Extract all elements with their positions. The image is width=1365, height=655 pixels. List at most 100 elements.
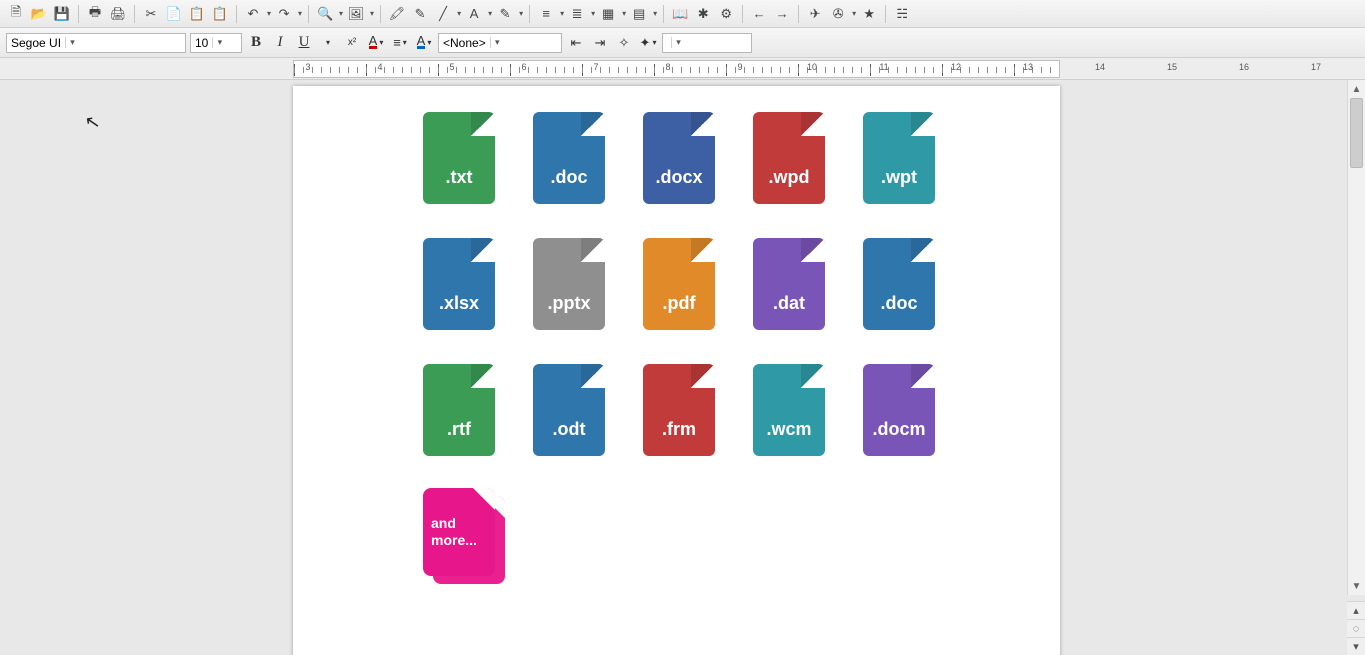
horizontal-ruler[interactable]: 3456789101112131415161718 — [293, 60, 1060, 78]
textbox-icon[interactable]: A — [464, 4, 484, 24]
ruler-number: 14 — [1095, 62, 1105, 72]
spark-button[interactable]: ✦▾ — [638, 33, 658, 53]
favorite-icon[interactable]: ★ — [859, 4, 879, 24]
image-icon[interactable]: 🖼 — [346, 4, 366, 24]
new-file-icon[interactable]: 🗎 — [6, 4, 26, 24]
chart-icon[interactable]: ☵ — [892, 4, 912, 24]
bulleted-list-icon[interactable]: ≣ — [567, 4, 587, 24]
browse-object-button[interactable]: ◌ — [1347, 619, 1365, 637]
paste-icon[interactable]: 📋 — [187, 4, 207, 24]
snowflake-icon[interactable]: ✱ — [693, 4, 713, 24]
compass-run-icon[interactable]: ✇ — [828, 4, 848, 24]
file-ext-label: .docx — [655, 167, 702, 188]
vertical-scrollbar[interactable]: ▲ ▼ — [1347, 80, 1365, 595]
underline-button[interactable]: U — [294, 33, 314, 53]
book-icon[interactable]: 📖 — [670, 4, 690, 24]
chevron-down-icon[interactable]: ▾ — [851, 9, 856, 18]
font-size-combo[interactable]: 10 ▾ — [190, 33, 242, 53]
undo-icon[interactable]: ↶ — [243, 4, 263, 24]
paste-special-icon[interactable]: 📋 — [210, 4, 230, 24]
scroll-down-icon[interactable]: ▼ — [1348, 577, 1365, 595]
chevron-down-icon[interactable]: ▾ — [487, 9, 492, 18]
page-fold-icon — [911, 112, 935, 136]
chevron-down-icon[interactable]: ▾ — [490, 37, 504, 48]
chevron-down-icon[interactable]: ▾ — [456, 9, 461, 18]
chevron-down-icon[interactable]: ▾ — [671, 37, 685, 48]
file-type-grid: .txt.doc.docx.wpd.wpt.xlsx.pptx.pdf.dat.… — [423, 106, 973, 610]
ruler-area: 3456789101112131415161718 — [0, 58, 1365, 80]
prompt-button[interactable]: ✧ — [614, 33, 634, 53]
open-file-icon[interactable]: 📂 — [29, 4, 49, 24]
nav-fwd-icon[interactable]: → — [772, 4, 792, 24]
cut-icon[interactable]: ✂ — [141, 4, 161, 24]
draw-shape-icon[interactable]: ✎ — [410, 4, 430, 24]
page-fold-icon — [471, 238, 495, 262]
chevron-down-icon[interactable]: ▾ — [652, 9, 657, 18]
font-name-combo[interactable]: Segoe UI ▾ — [6, 33, 186, 53]
underline-drop-icon[interactable]: ▾ — [318, 33, 338, 53]
page-fold-icon — [581, 112, 605, 136]
browse-prev-button[interactable]: ▴ — [1347, 601, 1365, 619]
toolbar-separator — [798, 5, 799, 23]
chevron-down-icon[interactable]: ▾ — [266, 9, 271, 18]
nav-back-icon[interactable]: ← — [749, 4, 769, 24]
style-combo[interactable]: <None> ▾ — [438, 33, 562, 53]
chevron-down-icon[interactable]: ▾ — [212, 37, 226, 48]
numbered-list-icon[interactable]: ≡ — [536, 4, 556, 24]
ruler-number: 17 — [1311, 62, 1321, 72]
ruler-number: 4 — [377, 62, 382, 72]
ruler-number: 15 — [1167, 62, 1177, 72]
chevron-down-icon[interactable]: ▾ — [590, 9, 595, 18]
chevron-down-icon[interactable]: ▾ — [518, 9, 523, 18]
highlighter-icon[interactable]: 🖍 — [387, 4, 407, 24]
chevron-down-icon[interactable]: ▾ — [369, 9, 374, 18]
file-type-icon: .odt — [533, 364, 605, 456]
font-name-value: Segoe UI — [11, 36, 61, 50]
file-type-icon: .wcm — [753, 364, 825, 456]
extra-combo[interactable]: ▾ — [662, 33, 752, 53]
font-color-button[interactable]: A▾ — [366, 33, 386, 53]
file-ext-label: .pdf — [663, 293, 696, 314]
bold-button[interactable]: B — [246, 33, 266, 53]
style-value: <None> — [443, 36, 486, 50]
redo-icon[interactable]: ↷ — [274, 4, 294, 24]
justify-button[interactable]: ≡▾ — [390, 33, 410, 53]
page-fold-icon — [691, 364, 715, 388]
file-type-icon: .frm — [643, 364, 715, 456]
indent-right-button[interactable]: ⇥ — [590, 33, 610, 53]
line-icon[interactable]: ╱ — [433, 4, 453, 24]
ruler-number: 8 — [665, 62, 670, 72]
scroll-thumb[interactable] — [1350, 98, 1363, 168]
ruler-number: 9 — [737, 62, 742, 72]
chevron-down-icon[interactable]: ▾ — [621, 9, 626, 18]
table-grid-icon[interactable]: ▦ — [598, 4, 618, 24]
scroll-up-icon[interactable]: ▲ — [1348, 80, 1365, 98]
chevron-down-icon[interactable]: ▾ — [297, 9, 302, 18]
print-icon[interactable]: 🖨 — [108, 4, 128, 24]
pen-icon[interactable]: ✎ — [495, 4, 515, 24]
page-fold-icon — [911, 238, 935, 262]
copy-icon[interactable]: 📄 — [164, 4, 184, 24]
toolbar-separator — [663, 5, 664, 23]
zoom-icon[interactable]: 🔍 — [315, 4, 335, 24]
highlight-color-button[interactable]: A▾ — [414, 33, 434, 53]
page-fold-icon — [471, 364, 495, 388]
font-size-value: 10 — [195, 36, 208, 50]
ruler-number: 5 — [449, 62, 454, 72]
indent-left-button[interactable]: ⇤ — [566, 33, 586, 53]
ruler-number: 6 — [521, 62, 526, 72]
document-page[interactable]: .txt.doc.docx.wpd.wpt.xlsx.pptx.pdf.dat.… — [293, 86, 1060, 655]
macro-icon[interactable]: ⚙ — [716, 4, 736, 24]
italic-button[interactable]: I — [270, 33, 290, 53]
browse-next-button[interactable]: ▾ — [1347, 637, 1365, 655]
chevron-down-icon[interactable]: ▾ — [338, 9, 343, 18]
print-preview-icon[interactable]: 🖶 — [85, 4, 105, 24]
file-ext-label: .xlsx — [439, 293, 479, 314]
compass-icon[interactable]: ✈ — [805, 4, 825, 24]
chevron-down-icon[interactable]: ▾ — [559, 9, 564, 18]
superscript-button[interactable]: x² — [342, 33, 362, 53]
save-icon[interactable]: 💾 — [52, 4, 72, 24]
file-type-icon: .pdf — [643, 238, 715, 330]
table-icon[interactable]: ▤ — [629, 4, 649, 24]
chevron-down-icon[interactable]: ▾ — [65, 37, 79, 48]
